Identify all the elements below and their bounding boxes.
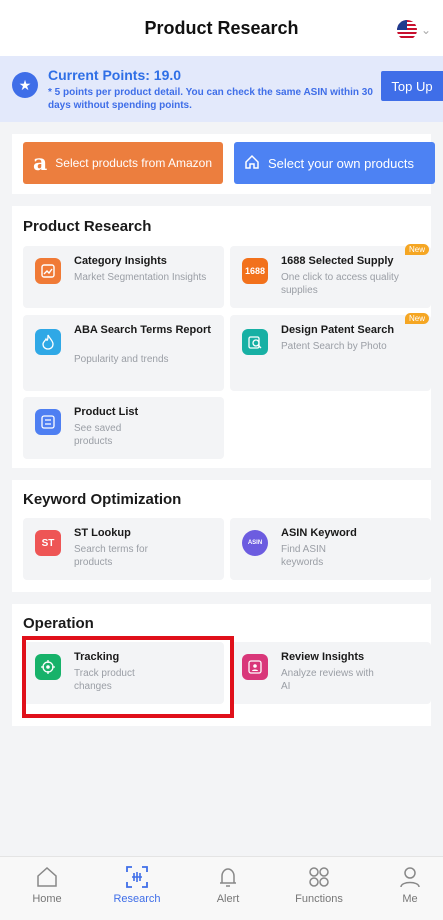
- card-title: 1688 Selected Supply: [281, 255, 394, 267]
- chart-icon: [35, 258, 61, 284]
- photo-search-icon: [242, 329, 268, 355]
- product-research-section: Product Research Category Insights Marke…: [12, 206, 431, 468]
- card-description: Popularity and trends: [74, 354, 169, 365]
- points-title: Current Points: 19.0: [48, 67, 182, 83]
- card-description: Analyze reviews with AI: [281, 668, 374, 692]
- tab-label: Alert: [216, 893, 240, 905]
- asin-icon-text: ASIN: [247, 540, 263, 546]
- user-icon: [397, 864, 423, 890]
- card-description: Patent Search by Photo: [281, 341, 387, 352]
- card-asin-keyword[interactable]: ASIN ASIN Keyword Find ASIN keywords: [230, 518, 431, 580]
- card-description: Find ASIN keywords: [281, 544, 327, 568]
- keyword-optimization-section: Keyword Optimization ST ST Lookup Search…: [12, 480, 431, 592]
- functions-icon: [306, 864, 332, 890]
- card-description: See saved products: [74, 423, 122, 447]
- country-selector[interactable]: ⌄: [396, 20, 431, 40]
- tab-label: Home: [32, 893, 62, 905]
- list-icon: [35, 409, 61, 435]
- card-title: Design Patent Search: [281, 324, 395, 336]
- tab-alert[interactable]: Alert: [184, 857, 272, 920]
- amazon-icon: a: [33, 150, 48, 176]
- card-title: Review Insights: [281, 651, 365, 663]
- 1688-icon: 1688: [242, 258, 268, 284]
- select-amazon-label: Select products from Amazon: [55, 156, 213, 170]
- card-st-lookup[interactable]: ST ST Lookup Search terms for products: [23, 518, 224, 580]
- tab-me[interactable]: Me: [366, 857, 443, 920]
- points-banner: ★ Current Points: 19.0 * 5 points per pr…: [0, 56, 443, 122]
- top-bar: Product Research ⌄: [0, 0, 443, 56]
- select-amazon-button[interactable]: a Select products from Amazon: [23, 142, 223, 184]
- section-title: Operation: [23, 615, 94, 632]
- select-own-button[interactable]: Select your own products: [234, 142, 435, 184]
- tab-functions[interactable]: Functions: [275, 857, 363, 920]
- st-icon: ST: [35, 530, 61, 556]
- select-own-label: Select your own products: [268, 155, 414, 171]
- chevron-down-icon: ⌄: [420, 23, 431, 37]
- section-title: Keyword Optimization: [23, 491, 182, 508]
- card-category-insights[interactable]: Category Insights Market Segmentation In…: [23, 246, 224, 308]
- bell-icon: [215, 864, 241, 890]
- bottom-tab-bar: Home Research Alert Functions Me: [0, 856, 443, 920]
- home-outline-icon: [244, 154, 260, 173]
- card-design-patent-search[interactable]: Design Patent Search Patent Search by Ph…: [230, 313, 431, 391]
- card-1688-selected-supply[interactable]: 1688 1688 Selected Supply One click to a…: [230, 244, 431, 308]
- research-icon: [124, 864, 150, 890]
- tab-home[interactable]: Home: [3, 857, 91, 920]
- card-product-list[interactable]: Product List See saved products: [23, 397, 224, 459]
- tab-label: Me: [402, 893, 418, 905]
- us-flag-icon: [396, 20, 417, 40]
- highlight-box: [22, 636, 234, 718]
- card-description: One click to access quality supplies: [281, 272, 399, 296]
- page-title: Product Research: [144, 17, 299, 38]
- tab-label: Functions: [295, 893, 343, 905]
- new-badge: New: [404, 313, 429, 324]
- asin-search-icon: ASIN: [242, 530, 268, 556]
- new-badge: New: [404, 244, 429, 255]
- tab-label: Research: [113, 893, 161, 905]
- review-icon: [242, 654, 268, 680]
- card-review-insights[interactable]: Review Insights Analyze reviews with AI: [230, 642, 431, 704]
- top-up-button[interactable]: Top Up: [381, 71, 443, 101]
- card-description: Market Segmentation Insights: [74, 272, 207, 283]
- tab-research[interactable]: Research: [93, 857, 181, 920]
- points-description: * 5 points per product detail. You can c…: [48, 87, 373, 111]
- home-icon: [34, 864, 60, 890]
- card-description: Search terms for products: [74, 544, 148, 568]
- card-title: ABA Search Terms Report: [74, 324, 211, 336]
- card-title: Category Insights: [74, 255, 167, 267]
- card-title: Product List: [74, 406, 139, 418]
- section-title: Product Research: [23, 218, 152, 235]
- card-title: ASIN Keyword: [281, 527, 357, 539]
- star-badge-icon: ★: [12, 72, 38, 98]
- card-aba-search-terms[interactable]: ABA Search Terms Report Popularity and t…: [23, 315, 224, 391]
- card-title: ST Lookup: [74, 527, 131, 539]
- flame-icon: [35, 329, 61, 355]
